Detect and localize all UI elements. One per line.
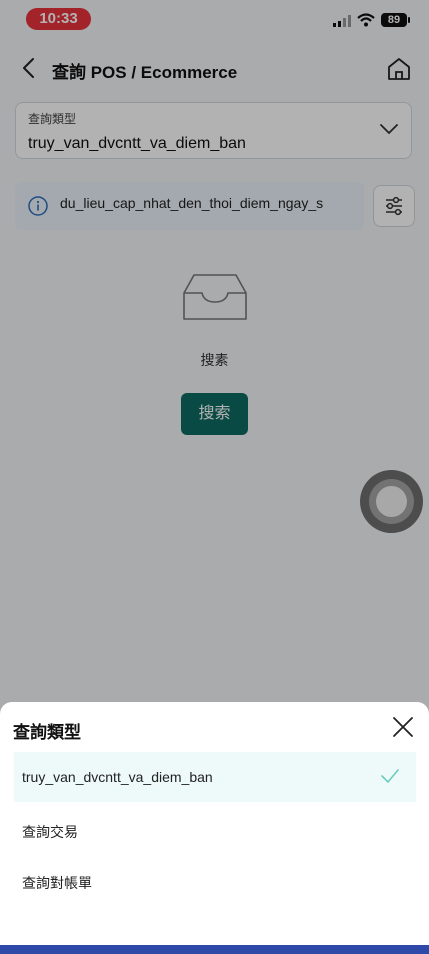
sheet-option-label: 查詢交易 — [22, 824, 78, 840]
sheet-option[interactable]: 查詢交易 — [14, 807, 416, 857]
sheet-option-label: 查詢對帳單 — [22, 875, 92, 891]
check-icon — [381, 769, 399, 784]
close-icon[interactable] — [391, 715, 415, 739]
query-type-sheet: 查詢類型 truy_van_dvcntt_va_diem_ban 查詢交易 查詢… — [0, 702, 429, 954]
bottom-bar — [0, 945, 429, 954]
sheet-option[interactable]: 查詢對帳單 — [14, 858, 416, 908]
sheet-option-label: truy_van_dvcntt_va_diem_ban — [22, 769, 213, 785]
sheet-title: 查詢類型 — [13, 723, 81, 742]
sheet-option[interactable]: truy_van_dvcntt_va_diem_ban — [14, 752, 416, 802]
